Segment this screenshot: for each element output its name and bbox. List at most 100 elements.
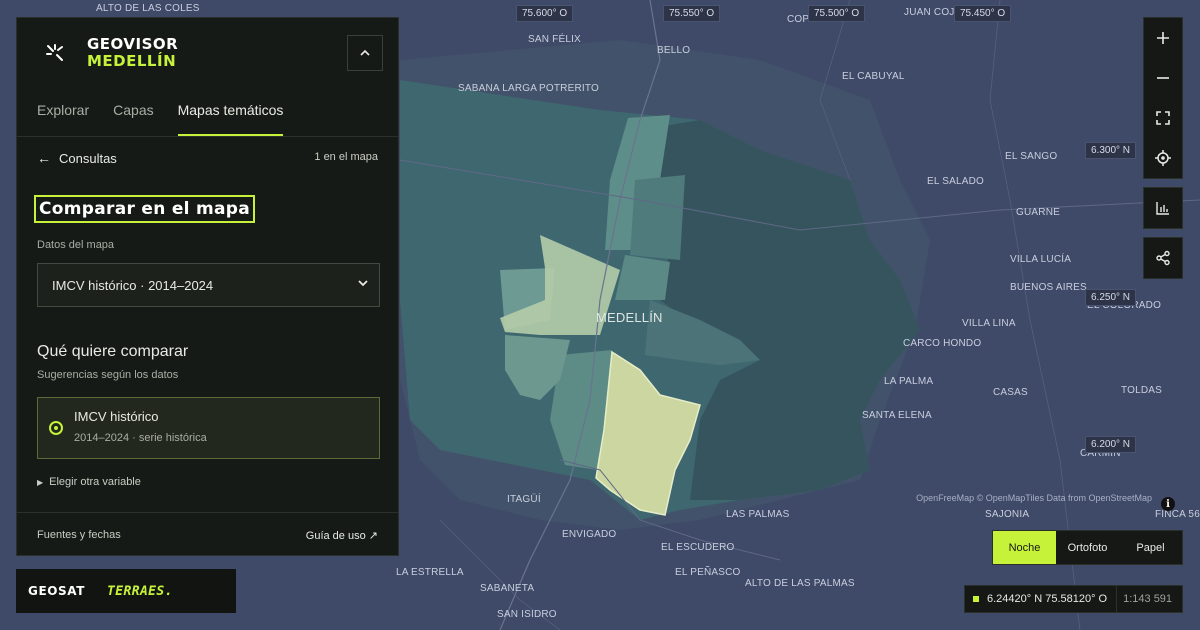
chevron-down-icon: [358, 280, 368, 287]
place-label: SAN ISIDRO: [497, 609, 557, 620]
brand[interactable]: GEOVISOR MEDELLÍN: [45, 36, 178, 70]
data-select[interactable]: IMCV histórico · 2014–2024: [37, 263, 380, 307]
bar-chart-icon: [1156, 202, 1169, 215]
page-title: Comparar en el mapa: [34, 195, 256, 223]
collapse-button[interactable]: [347, 35, 383, 71]
share-button[interactable]: [1144, 238, 1182, 278]
place-label: LA ESTRELLA: [396, 567, 464, 578]
share-control: [1143, 237, 1183, 279]
place-label: ALTO DE LAS PALMAS: [745, 578, 855, 589]
place-label: SABANA LARGA: [458, 83, 538, 94]
radio-selected[interactable]: [49, 421, 63, 435]
place-label: VILLA LUCÍA: [1010, 254, 1072, 265]
fullscreen-button[interactable]: [1144, 98, 1182, 138]
status-dot: [973, 596, 979, 602]
place-label: SABANETA: [480, 583, 535, 594]
brand-line1: GEOVISOR: [87, 35, 179, 53]
side-panel: GEOVISOR MEDELLÍN Explorar Capas Mapas t…: [16, 17, 399, 556]
plus-icon: [1157, 32, 1169, 44]
suggest-label: Sugerencias según los datos: [37, 369, 179, 381]
brand-line2: MEDELLÍN: [87, 52, 177, 70]
partner-logos: GEOSAT TERRAES.: [16, 569, 236, 613]
place-label: ENVIGADO: [562, 529, 617, 540]
tab-divider: [17, 136, 398, 137]
place-label: VILLA LINA: [962, 318, 1016, 329]
compare-heading: Qué quiere comparar: [37, 343, 189, 360]
graticule-label: 6.250° N: [1085, 289, 1137, 306]
map-count: 1 en el mapa: [314, 151, 378, 163]
place-label: EL SALADO: [927, 176, 985, 187]
map-controls: [1143, 17, 1183, 179]
geosat-logo: GEOSAT: [28, 584, 86, 598]
graticule-label: 6.300° N: [1085, 142, 1137, 159]
basemap-papel[interactable]: Papel: [1119, 531, 1182, 564]
readout-divider: [1116, 585, 1118, 613]
place-label: EL PEÑASCO: [675, 567, 741, 578]
comuna-ne: [630, 175, 685, 260]
tab-mapas-tematicos[interactable]: Mapas temáticos: [177, 102, 283, 136]
chart-button[interactable]: [1144, 188, 1182, 228]
locate-button[interactable]: [1144, 138, 1182, 178]
place-label: TOLDAS: [1121, 385, 1163, 396]
place-label: SAJONIA: [985, 509, 1030, 520]
chart-control: [1143, 187, 1183, 229]
sources-link[interactable]: Fuentes y fechas: [37, 529, 121, 541]
tab-capas[interactable]: Capas: [113, 102, 153, 136]
terraes-logo: TERRAES.: [107, 583, 173, 599]
place-label: LAS PALMAS: [726, 509, 790, 520]
guide-link[interactable]: Guía de uso ↗: [306, 529, 378, 542]
city-label: MEDELLÍN: [596, 310, 663, 325]
place-label: BELLO: [657, 45, 691, 56]
select-value: IMCV histórico · 2014–2024: [52, 277, 214, 293]
place-label: LA PALMA: [884, 376, 934, 387]
map-scale: 1:143 591: [1123, 593, 1173, 605]
brand-title: GEOVISOR MEDELLÍN: [87, 36, 178, 70]
arrow-left-icon: ←: [37, 150, 51, 166]
back-link[interactable]: ← Consultas: [37, 150, 117, 166]
triangle-right-icon: ▶: [37, 478, 44, 487]
place-label: FINCA 56: [1155, 509, 1200, 520]
place-label: EL SANGO: [1005, 151, 1058, 162]
tab-explorar[interactable]: Explorar: [37, 102, 89, 136]
other-variable-label: Elegir otra variable: [49, 476, 141, 488]
option-subtitle: 2014–2024 · serie histórica: [74, 432, 207, 444]
graticule-label: 75.550° O: [663, 5, 721, 22]
crosshair-icon: [1155, 150, 1171, 166]
cursor-coords: 6.24420° N 75.58120° O: [987, 593, 1108, 605]
place-label: SANTA ELENA: [862, 410, 932, 421]
tab-bar: Explorar Capas Mapas temáticos: [37, 102, 307, 136]
sparkle-icon: [45, 43, 65, 63]
place-label: POTRERITO: [539, 83, 599, 94]
place-label: EL CABUYAL: [842, 71, 905, 82]
graticule-label: 75.600° O: [516, 5, 574, 22]
place-label: GUARNE: [1016, 207, 1060, 218]
graticule-label: 6.200° N: [1085, 436, 1137, 453]
place-label: CARCO HONDO: [903, 338, 982, 349]
place-label: CASAS: [993, 387, 1028, 398]
fullscreen-icon: [1156, 111, 1170, 125]
share-icon: [1156, 250, 1170, 266]
place-label: ITAGÜÍ: [507, 494, 541, 505]
minus-icon: [1157, 77, 1169, 79]
footer-divider: [17, 512, 398, 513]
basemap-switcher: Noche Ortofoto Papel: [992, 530, 1183, 565]
graticule-label: 75.500° O: [808, 5, 866, 22]
basemap-ortofoto[interactable]: Ortofoto: [1056, 531, 1119, 564]
basemap-noche[interactable]: Noche: [993, 531, 1056, 564]
place-label: EL ESCUDERO: [661, 542, 735, 553]
chevron-up-icon: [360, 49, 370, 56]
graticule-label: 75.450° O: [954, 5, 1012, 22]
crumb-label: Consultas: [59, 150, 117, 166]
other-variable-toggle[interactable]: ▶ Elegir otra variable: [37, 476, 141, 488]
place-label: ALTO DE LAS COLES: [96, 3, 200, 14]
map-attribution[interactable]: OpenFreeMap © OpenMapTiles Data from Ope…: [916, 493, 1152, 503]
zoom-out-button[interactable]: [1144, 58, 1182, 98]
place-label: SAN FÉLIX: [528, 34, 581, 45]
zoom-in-button[interactable]: [1144, 18, 1182, 58]
variable-option[interactable]: IMCV histórico 2014–2024 · serie históri…: [37, 397, 380, 459]
coordinates-readout: 6.24420° N 75.58120° O 1:143 591: [964, 585, 1183, 613]
data-label: Datos del mapa: [37, 239, 115, 251]
info-icon[interactable]: i: [1161, 497, 1175, 511]
place-label: BUENOS AIRES: [1010, 282, 1087, 293]
option-title: IMCV histórico: [74, 409, 159, 424]
